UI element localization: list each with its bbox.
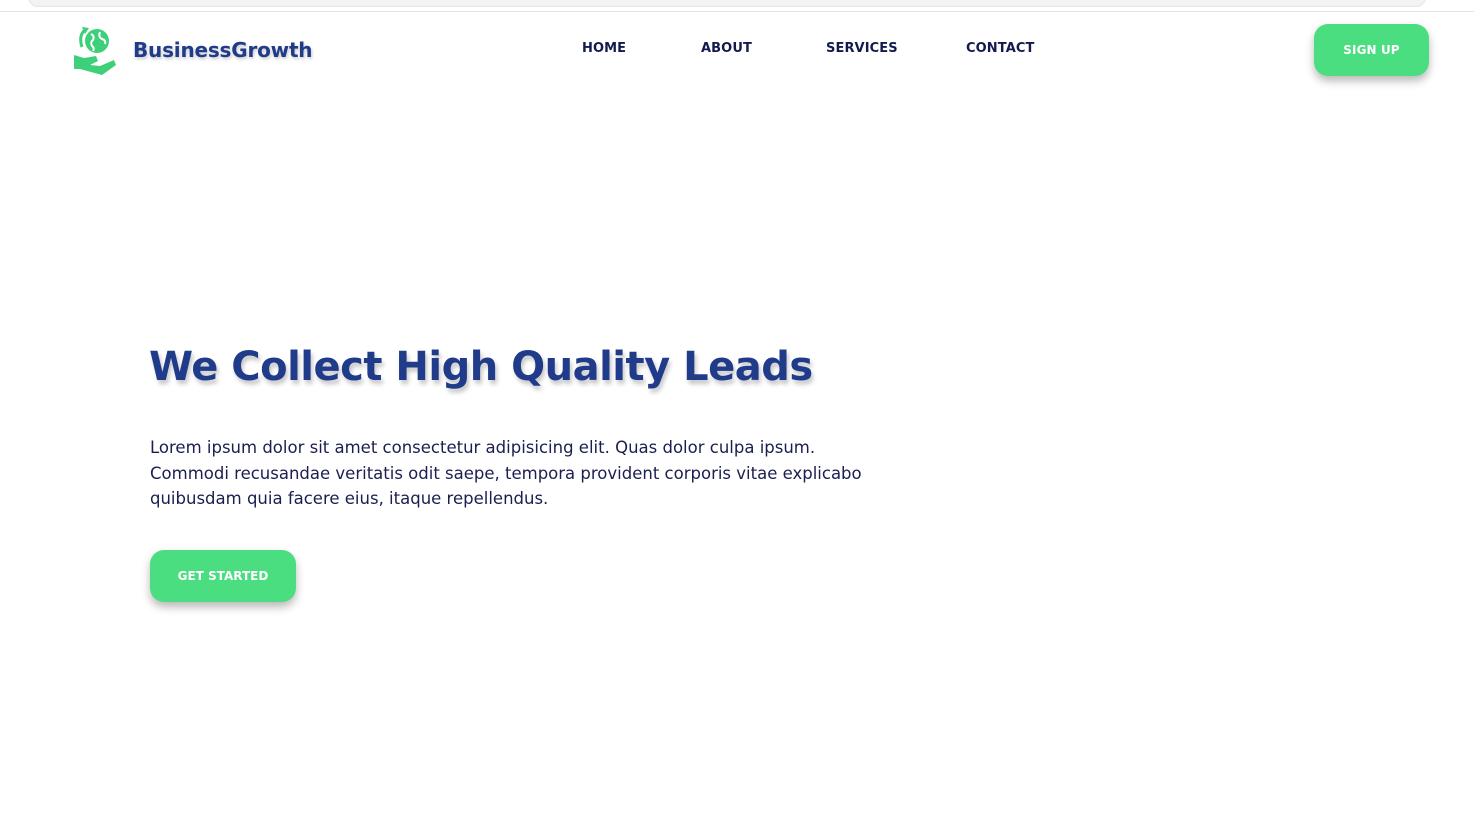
nav-home[interactable]: HOME xyxy=(582,41,626,56)
sign-up-button[interactable]: SIGN UP xyxy=(1314,24,1429,76)
nav-services[interactable]: SERVICES xyxy=(826,41,898,56)
nav-about[interactable]: ABOUT xyxy=(701,41,752,56)
navbar: BusinessGrowth HOME ABOUT SERVICES CONTA… xyxy=(0,12,1474,88)
get-started-button[interactable]: GET STARTED xyxy=(150,550,296,602)
browser-address-bar[interactable] xyxy=(28,0,1426,7)
browser-top-strip xyxy=(0,0,1474,12)
nav-contact[interactable]: CONTACT xyxy=(966,41,1035,56)
hero-description: Lorem ipsum dolor sit amet consectetur a… xyxy=(150,438,862,508)
main-nav: HOME ABOUT SERVICES CONTACT xyxy=(0,12,1474,88)
hero-title: We Collect High Quality Leads xyxy=(149,344,813,390)
